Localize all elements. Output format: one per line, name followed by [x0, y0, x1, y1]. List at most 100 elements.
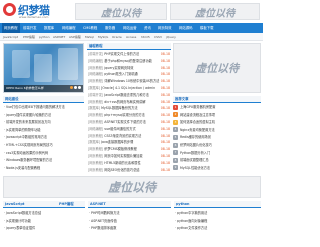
hot-section-title[interactable]: 网站建设 [3, 96, 84, 103]
bottom-list-item[interactable]: · JavaScript数组方法总结 [4, 210, 84, 217]
subnav-item[interactable]: Oracle [112, 33, 122, 41]
item-category[interactable]: [网页教程] [88, 79, 103, 83]
bottom-col1-more[interactable]: PHP编程 [59, 201, 74, 208]
subnav-item[interactable]: MySQL [98, 33, 108, 41]
bottom-col3-title[interactable]: python [174, 201, 261, 208]
item-title[interactable]: HTML5新增的元素和属性 [103, 161, 140, 165]
nav-item-3[interactable]: 网络编程 [62, 23, 76, 33]
latest-list-item[interactable]: [网页教程] php+mysql实现分页的方法 08-18 [88, 112, 170, 119]
latest-section-title[interactable]: 编程教程 [87, 43, 171, 50]
item-category[interactable]: [前端开发] [88, 52, 103, 56]
item-category[interactable]: [数据库] [88, 86, 100, 90]
item-category[interactable]: [网页教程] [88, 161, 103, 165]
latest-list-item[interactable]: [网络编程] vue组件间通信的方式 08-18 [88, 126, 170, 133]
item-title[interactable]: python爬虫入门到精通 [103, 72, 137, 76]
latest-list-item[interactable]: [网页教程] CSS3渐变背景的实现方法 08-18 [88, 133, 170, 140]
item-category[interactable]: [网页教程] [88, 147, 103, 151]
subnav-item[interactable]: JavaScript [3, 33, 18, 41]
hot-list-item[interactable]: · javascript中数组的常用方法 [4, 134, 84, 141]
carousel-dot[interactable] [70, 86, 73, 89]
site-logo[interactable]: 织梦猫 www.dedemao.com [3, 2, 63, 20]
nav-item-10[interactable]: 模板下载 [200, 23, 214, 33]
bottom-list-item[interactable]: · jquery表单验证插件 [4, 225, 84, 232]
bottom-col1-title[interactable]: JavaScript PHP编程 [3, 201, 85, 208]
subnav-item[interactable]: CSS3 [154, 33, 162, 41]
latest-list-item[interactable]: [前端开发] JavaScript数组去重的几种方法 08-18 [88, 92, 170, 99]
bottom-col2-title[interactable]: ASP.NET [88, 201, 171, 208]
subnav-item[interactable]: python [39, 33, 50, 41]
subnav-item[interactable]: PHP编程 [23, 33, 35, 41]
item-title[interactable]: 网站SEO优化的技巧总结 [103, 168, 139, 172]
recommend-list-item[interactable]: 7 Python数据分析入门 [173, 150, 261, 157]
item-title[interactable]: jquery实现网页特效 [103, 66, 133, 70]
recommend-list-item[interactable]: 4 Nginx负载均衡配置方法 [173, 127, 261, 134]
item-category[interactable]: [网络编程] [88, 59, 103, 63]
latest-list-item[interactable]: [网页教程] 网页中如何实现图片懒加载 08-18 [88, 153, 170, 160]
item-category[interactable]: [数据库] [88, 140, 100, 144]
recommend-section-title[interactable]: 推荐文章 [173, 96, 261, 103]
latest-list-item[interactable]: [网页教程] div+css的网页布局实例讲解 08-18 [88, 99, 170, 106]
item-title[interactable]: 织梦CMS模板修改教程 [103, 147, 137, 151]
nav-item-0[interactable]: 网页教程 [2, 23, 20, 33]
bottom-list-item[interactable]: · python中字典的用法 [175, 210, 255, 217]
ad-banner-side[interactable]: 虚位以待 [173, 43, 261, 93]
nav-item-2[interactable]: 数据库 [44, 23, 54, 33]
item-title[interactable]: 详解Windows 10系统中安装IIS的方法 [103, 79, 159, 83]
hot-list-item[interactable]: · Vue打包中出现IE8下报错问题的解决方法 [4, 104, 84, 111]
item-category[interactable]: [网络编程] [88, 72, 103, 76]
item-category[interactable]: [网页教程] [88, 113, 103, 117]
item-category[interactable]: [网页教程] [88, 120, 103, 124]
recommend-list-item[interactable]: 3 如何选择合适的虚拟主机 [173, 119, 261, 126]
hot-list-item[interactable]: · js实现简单的购物车功能 [4, 127, 84, 134]
item-title[interactable]: JavaScript数组去重的几种方法 [103, 93, 149, 97]
item-title[interactable]: div+css的网页布局实例讲解 [103, 100, 145, 104]
recommend-list-item[interactable]: 6 织梦网站图片优化技巧 [173, 142, 261, 149]
bottom-list-item[interactable]: · python文件操作方法 [175, 225, 255, 232]
item-category[interactable]: [网页教程] [88, 66, 103, 70]
item-category[interactable]: [网页教程] [88, 154, 103, 158]
latest-list-item[interactable]: [网页教程] jquery实现网页特效 08-18 [88, 65, 170, 72]
hot-list-item[interactable]: · Node.js安装与配置教程 [4, 165, 84, 172]
hot-list-item[interactable]: · HTML+CSS实现网页布局的技巧 [4, 142, 84, 149]
latest-list-item[interactable]: [网页教程] ASP.NET实现文件下载的方法 08-18 [88, 119, 170, 126]
item-title[interactable]: PHP实现文件上传的方法 [103, 52, 139, 56]
recommend-list-item[interactable]: 2 网站建设流程及注意事项 [173, 112, 261, 119]
item-title[interactable]: php+mysql实现分页的方法 [103, 113, 145, 117]
item-title[interactable]: ASP.NET实现文件下载的方法 [103, 120, 146, 124]
item-category[interactable]: [网页教程] [88, 168, 103, 172]
item-category[interactable]: [网络编程] [88, 127, 103, 131]
item-title[interactable]: [Oracle] 4.1 SQL Injection / admin [100, 86, 155, 90]
latest-list-item[interactable]: [网络编程] 基于php和mysql的登录注册功能 08-18 [88, 58, 170, 65]
bottom-list-item[interactable]: · ASP.NET页面传值 [89, 218, 169, 225]
bottom-list-item[interactable]: · PHP数组排序函数 [89, 225, 169, 232]
item-title[interactable]: 网页中如何实现图片懒加载 [103, 154, 142, 158]
hot-list-item[interactable]: · 前端开发的未来发展前景及方向 [4, 119, 84, 126]
subnav-item[interactable]: ASP编程 [69, 33, 81, 41]
subnav-item[interactable]: html5 [141, 33, 150, 41]
recommend-list-item[interactable]: 1 上海GPU服务器机房配置 [173, 104, 261, 111]
latest-list-item[interactable]: [前端开发] PHP实现文件上传的方法 08-18 [88, 51, 170, 58]
nav-item-6[interactable]: 网站运营 [123, 23, 137, 33]
subnav-item[interactable]: jQuery [166, 33, 176, 41]
item-category[interactable]: [网页教程] [88, 134, 103, 138]
subnav-item[interactable]: MsSql [85, 33, 94, 41]
latest-list-item[interactable]: [数据库] MySQL数据库备份的方法 08-18 [88, 105, 170, 112]
nav-item-7[interactable]: 资讯 [144, 23, 151, 33]
item-title[interactable]: 基于php和mysql的登录注册功能 [103, 59, 152, 63]
carousel-dot[interactable] [74, 86, 77, 89]
recommend-list-item[interactable]: 5 Redis缓存的使用场景 [173, 134, 261, 141]
latest-list-item[interactable]: [网络编程] python爬虫入门到精通 08-18 [88, 71, 170, 78]
subnav-item[interactable]: ASP.NET [53, 33, 65, 41]
item-category[interactable]: [数据库] [88, 106, 100, 110]
bottom-list-item[interactable]: · python面向对象编程 [175, 218, 255, 225]
nav-item-1[interactable]: 前端开发 [23, 23, 37, 33]
bottom-list-item[interactable]: · PHP时间戳转换方法 [89, 210, 169, 217]
latest-list-item[interactable]: [数据库] [Oracle] 4.1 SQL Injection / admin… [88, 85, 170, 92]
ad-banner-bottom[interactable]: 虚位以待 [3, 176, 261, 198]
item-category[interactable]: [前端开发] [88, 93, 103, 97]
item-title[interactable]: vue组件间通信的方式 [103, 127, 135, 131]
nav-item-9[interactable]: 网站源码 [179, 23, 193, 33]
nav-item-4[interactable]: CMS教程 [83, 23, 97, 33]
subnav-item[interactable]: Access [126, 33, 136, 41]
ad-banner-top-2[interactable]: 虚位以待 [170, 3, 260, 20]
